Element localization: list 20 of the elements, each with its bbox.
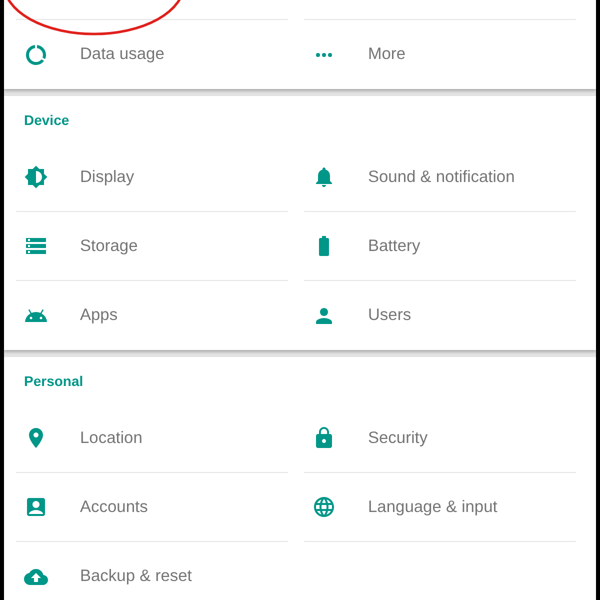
more-icon — [316, 52, 332, 56]
settings-item[interactable]: Users — [304, 281, 576, 350]
settings-item[interactable]: Data usage — [16, 20, 288, 89]
settings-item[interactable]: Location — [16, 404, 288, 473]
globe-icon — [312, 495, 336, 519]
section-header: Personal — [23, 372, 84, 391]
data-usage-icon — [24, 42, 48, 66]
settings-item[interactable]: Language & input — [304, 473, 576, 542]
section-header: Device — [23, 111, 70, 130]
settings-item[interactable]: Sound & notification — [304, 143, 576, 212]
settings-item[interactable]: Security — [304, 404, 576, 473]
settings-item[interactable]: Battery — [304, 212, 576, 281]
settings-item[interactable]: Apps — [16, 281, 288, 350]
settings-item[interactable]: Storage — [16, 212, 288, 281]
account-icon — [24, 495, 48, 519]
settings-item[interactable]: More — [304, 20, 576, 89]
settings-item[interactable]: Accounts — [16, 473, 288, 542]
brightness-icon — [24, 165, 48, 189]
settings-item[interactable]: Backup & reset — [16, 542, 288, 600]
settings-item[interactable]: Display — [16, 143, 288, 212]
